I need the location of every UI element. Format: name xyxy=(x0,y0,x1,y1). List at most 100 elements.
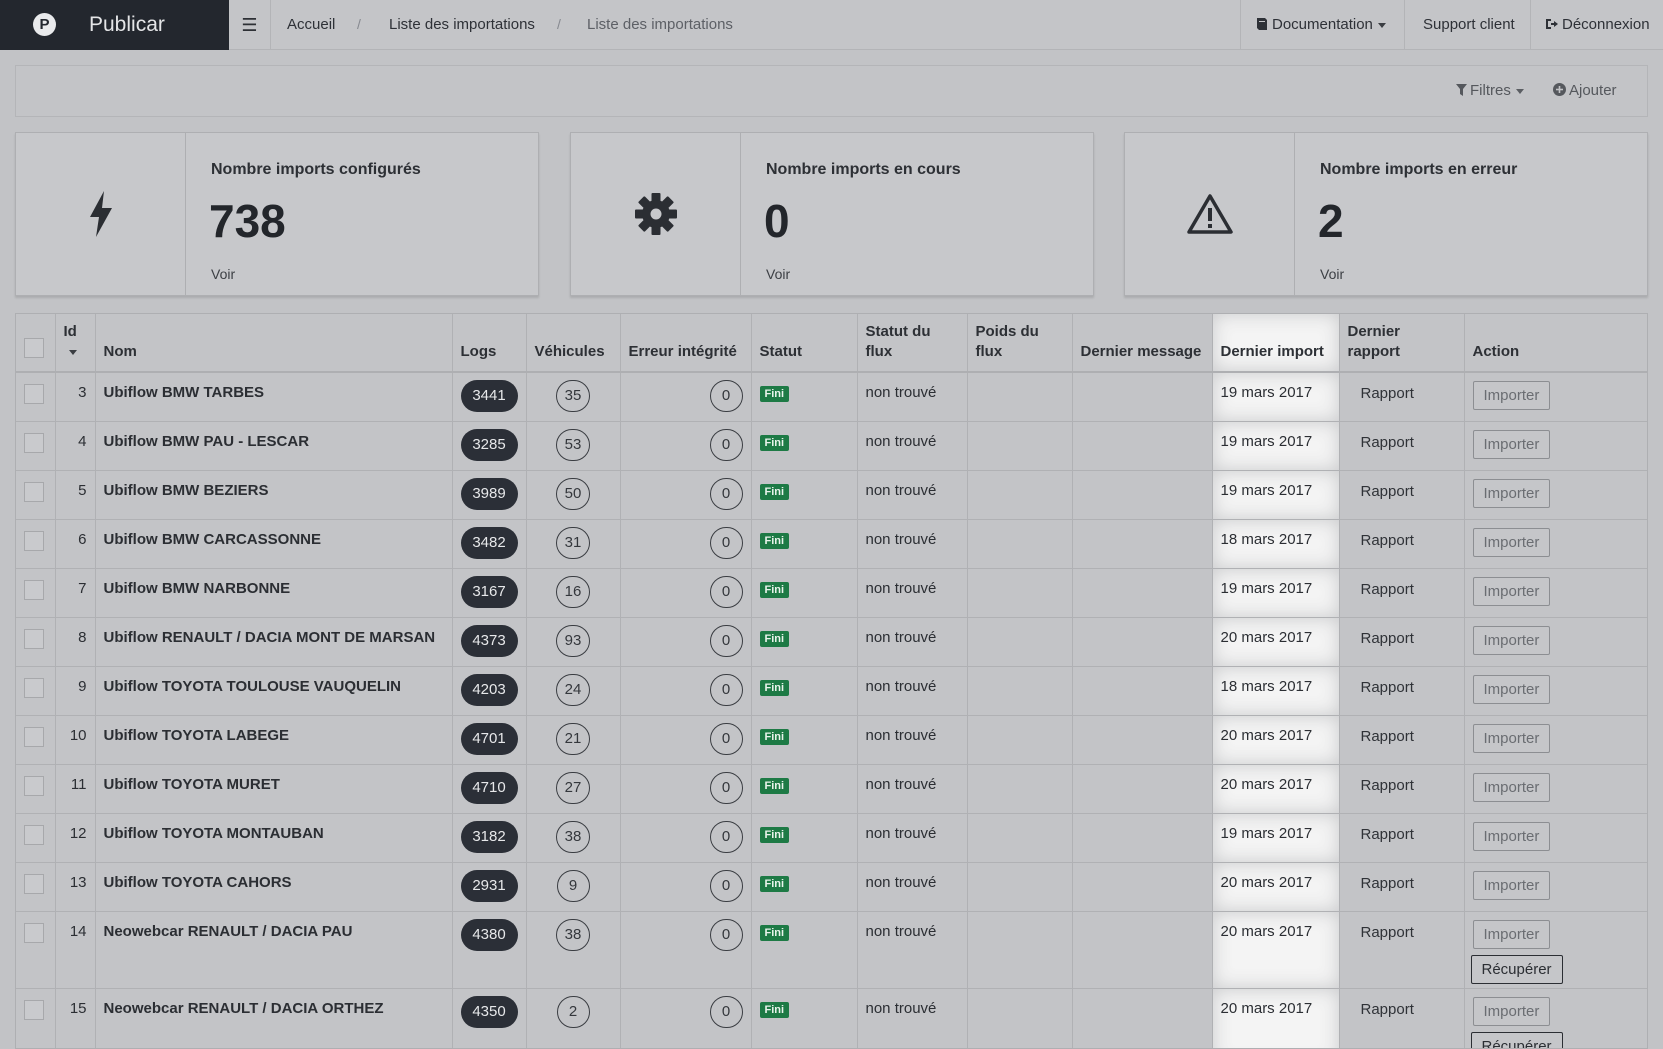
header-dernier-message[interactable]: Dernier message xyxy=(1072,314,1213,373)
logout-link[interactable]: Déconnexion xyxy=(1530,0,1663,50)
status-badge: Fini xyxy=(759,532,790,549)
header-dernier-rapport[interactable]: Dernier rapport xyxy=(1339,314,1465,373)
flux-status: non trouvé xyxy=(857,372,968,422)
flux-status: non trouvé xyxy=(857,715,968,765)
header-erreur[interactable]: Erreur intégrité xyxy=(620,314,752,373)
logs-badge[interactable]: 4350 xyxy=(460,995,518,1028)
header-dernier-import[interactable]: Dernier import xyxy=(1212,314,1340,373)
add-button[interactable]: Ajouter xyxy=(1553,82,1617,99)
row-checkbox[interactable] xyxy=(24,677,44,698)
flux-status: non trouvé xyxy=(857,862,968,912)
logs-badge[interactable]: 4373 xyxy=(460,624,518,657)
row-checkbox[interactable] xyxy=(24,530,44,551)
logs-badge[interactable]: 3482 xyxy=(460,526,518,559)
report-link[interactable]: Rapport xyxy=(1361,826,1414,843)
documentation-dropdown[interactable]: Documentation xyxy=(1240,0,1404,50)
filters-dropdown[interactable]: Filtres xyxy=(1456,82,1524,99)
report-link[interactable]: Rapport xyxy=(1361,532,1414,549)
logs-badge[interactable]: 3182 xyxy=(460,820,518,853)
header-logs[interactable]: Logs xyxy=(452,314,527,373)
row-checkbox[interactable] xyxy=(24,824,44,845)
report-link[interactable]: Rapport xyxy=(1361,434,1414,451)
logs-badge[interactable]: 4203 xyxy=(460,673,518,706)
report-link[interactable]: Rapport xyxy=(1361,679,1414,696)
support-label: Support client xyxy=(1423,16,1515,33)
header-poids-flux[interactable]: Poids du flux xyxy=(967,314,1073,373)
table-row: 9 Ubiflow TOYOTA TOULOUSE VAUQUELIN 4203 24… xyxy=(16,666,1647,716)
card-view-link[interactable]: Voir xyxy=(766,266,790,282)
report-link[interactable]: Rapport xyxy=(1361,875,1414,892)
recover-button[interactable]: Récupérer xyxy=(1470,1031,1563,1048)
import-button[interactable]: Importer xyxy=(1472,429,1551,459)
import-button[interactable]: Importer xyxy=(1472,674,1551,704)
card-view-link[interactable]: Voir xyxy=(211,266,235,282)
table-row: 11 Ubiflow TOYOTA MURET 4710 27 0 Fini non tro… xyxy=(16,764,1647,814)
import-button[interactable]: Importer xyxy=(1472,821,1551,851)
import-button[interactable]: Importer xyxy=(1472,919,1551,949)
report-link[interactable]: Rapport xyxy=(1361,385,1414,402)
header-nom[interactable]: Nom xyxy=(95,314,453,373)
row-checkbox[interactable] xyxy=(24,481,44,502)
logs-badge[interactable]: 3989 xyxy=(460,477,518,510)
logs-badge[interactable]: 4380 xyxy=(460,918,518,951)
brand[interactable]: P Publicar xyxy=(0,0,229,50)
row-checkbox[interactable] xyxy=(24,432,44,453)
row-checkbox[interactable] xyxy=(24,628,44,649)
report-link[interactable]: Rapport xyxy=(1361,924,1414,941)
last-message xyxy=(1072,470,1213,520)
row-checkbox[interactable] xyxy=(24,873,44,894)
integrity-error-badge: 0 xyxy=(709,526,743,559)
sort-by-id-header[interactable]: Id xyxy=(55,314,96,373)
report-link[interactable]: Rapport xyxy=(1361,581,1414,598)
last-message xyxy=(1072,372,1213,422)
support-link[interactable]: Support client xyxy=(1404,0,1530,50)
logs-badge[interactable]: 3285 xyxy=(460,428,518,461)
sort-caret-icon xyxy=(68,349,77,355)
flux-weight xyxy=(967,519,1073,569)
import-button[interactable]: Importer xyxy=(1472,527,1551,557)
row-checkbox[interactable] xyxy=(24,999,44,1020)
logs-badge[interactable]: 4701 xyxy=(460,722,518,755)
row-id: 13 xyxy=(55,862,96,912)
last-message xyxy=(1072,911,1213,989)
recover-button[interactable]: Récupérer xyxy=(1470,954,1563,984)
logs-badge[interactable]: 3167 xyxy=(460,575,518,608)
import-button[interactable]: Importer xyxy=(1472,625,1551,655)
header-vehicules[interactable]: Véhicules xyxy=(526,314,621,373)
caret-down-icon xyxy=(1515,88,1524,94)
import-button[interactable]: Importer xyxy=(1472,478,1551,508)
status-badge: Fini xyxy=(759,924,790,941)
row-checkbox[interactable] xyxy=(24,579,44,600)
breadcrumb-import-list[interactable]: Liste des importations xyxy=(389,16,535,33)
row-checkbox[interactable] xyxy=(24,384,44,404)
select-all-checkbox[interactable] xyxy=(24,338,44,358)
import-button[interactable]: Importer xyxy=(1472,996,1551,1026)
header-statut[interactable]: Statut xyxy=(751,314,858,373)
flux-status: non trouvé xyxy=(857,421,968,471)
row-checkbox[interactable] xyxy=(24,775,44,796)
header-statut-flux[interactable]: Statut du flux xyxy=(857,314,968,373)
flux-status: non trouvé xyxy=(857,470,968,520)
hamburger-menu-icon[interactable]: ☰ xyxy=(229,0,271,50)
row-name: Ubiflow TOYOTA CAHORS xyxy=(95,862,453,912)
import-button[interactable]: Importer xyxy=(1472,870,1551,900)
import-button[interactable]: Importer xyxy=(1472,381,1551,410)
report-link[interactable]: Rapport xyxy=(1361,777,1414,794)
report-link[interactable]: Rapport xyxy=(1361,728,1414,745)
row-checkbox[interactable] xyxy=(24,726,44,747)
card-view-link[interactable]: Voir xyxy=(1320,266,1344,282)
row-id: 3 xyxy=(55,372,96,422)
logs-badge[interactable]: 3441 xyxy=(460,380,518,412)
row-checkbox[interactable] xyxy=(24,922,44,943)
integrity-error-badge: 0 xyxy=(709,869,743,902)
import-button[interactable]: Importer xyxy=(1472,723,1551,753)
logs-badge[interactable]: 4710 xyxy=(460,771,518,804)
import-button[interactable]: Importer xyxy=(1472,772,1551,802)
breadcrumb-separator: / xyxy=(357,16,361,32)
report-link[interactable]: Rapport xyxy=(1361,483,1414,500)
breadcrumb-home[interactable]: Accueil xyxy=(287,16,335,33)
logs-badge[interactable]: 2931 xyxy=(460,869,518,902)
report-link[interactable]: Rapport xyxy=(1361,630,1414,647)
report-link[interactable]: Rapport xyxy=(1361,1001,1414,1018)
import-button[interactable]: Importer xyxy=(1472,576,1551,606)
